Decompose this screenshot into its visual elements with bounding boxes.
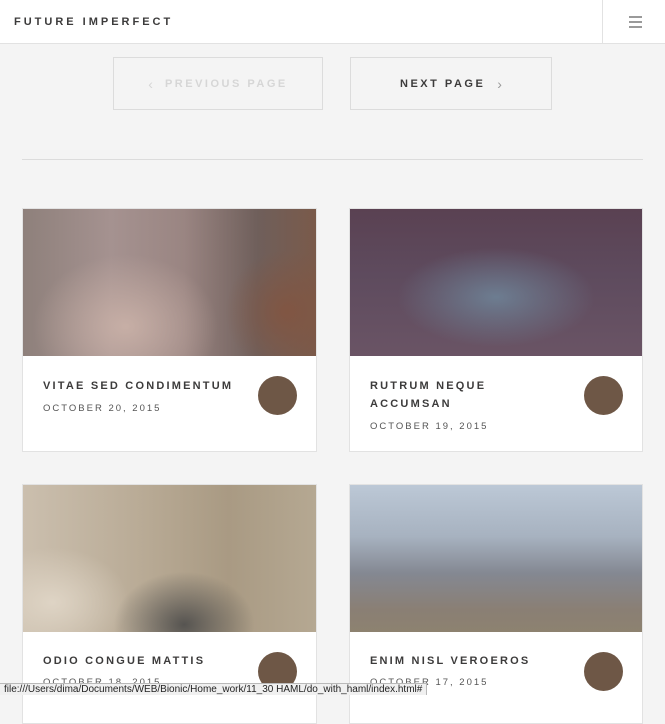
- post-title[interactable]: VITAE SED CONDIMENTUM: [43, 377, 253, 395]
- next-page-button[interactable]: NEXT PAGE ›: [350, 57, 552, 110]
- post-card: VITAE SED CONDIMENTUM OCTOBER 20, 2015: [22, 208, 317, 452]
- previous-page-button[interactable]: ‹ PREVIOUS PAGE: [113, 57, 323, 110]
- post-date: OCTOBER 19, 2015: [370, 421, 489, 432]
- next-page-label: NEXT PAGE: [400, 77, 486, 90]
- menu-button[interactable]: [602, 0, 665, 43]
- author-avatar[interactable]: [258, 376, 297, 415]
- section-divider: [22, 159, 643, 160]
- post-image[interactable]: [350, 485, 642, 632]
- site-header: FUTURE IMPERFECT: [0, 0, 665, 44]
- chevron-left-icon: ‹: [148, 75, 153, 92]
- author-avatar[interactable]: [584, 652, 623, 691]
- post-image[interactable]: [23, 209, 316, 356]
- previous-page-label: PREVIOUS PAGE: [164, 77, 288, 90]
- post-card: RUTRUM NEQUE ACCUMSAN OCTOBER 19, 2015: [349, 208, 643, 452]
- post-image[interactable]: [350, 209, 642, 356]
- post-date: OCTOBER 20, 2015: [43, 403, 162, 414]
- site-title[interactable]: FUTURE IMPERFECT: [14, 16, 173, 28]
- browser-status-bar: file:///Users/dima/Documents/WEB/Bionic/…: [0, 683, 428, 695]
- post-title[interactable]: ENIM NISL VEROEROS: [370, 652, 580, 670]
- author-avatar[interactable]: [584, 376, 623, 415]
- chevron-right-icon: ›: [497, 75, 502, 92]
- post-image[interactable]: [23, 485, 316, 632]
- post-title[interactable]: RUTRUM NEQUE ACCUMSAN: [370, 377, 550, 413]
- post-title[interactable]: ODIO CONGUE MATTIS: [43, 652, 253, 670]
